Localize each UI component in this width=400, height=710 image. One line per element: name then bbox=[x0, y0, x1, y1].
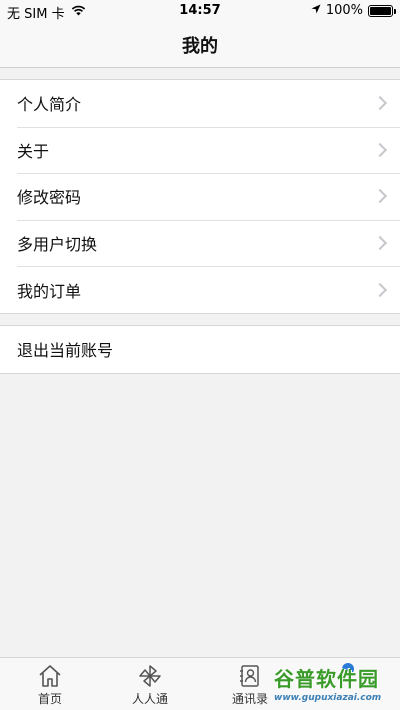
battery-percent: 100% bbox=[325, 3, 363, 18]
menu-item-label: 我的订单 bbox=[17, 281, 82, 301]
menu-item-switch-user[interactable]: 多用户切换 bbox=[0, 219, 400, 267]
tab-renrentong[interactable]: 人人通 bbox=[100, 658, 200, 710]
menu-item-label: 个人简介 bbox=[17, 95, 82, 115]
settings-list: 个人简介 关于 修改密码 多用户切换 我的订单 bbox=[0, 79, 400, 314]
menu-item-my-orders[interactable]: 我的订单 bbox=[0, 266, 400, 313]
menu-item-label: 关于 bbox=[17, 141, 50, 161]
chevron-right-icon bbox=[372, 142, 388, 157]
watermark-logo: 谷普软件园 www.gupuxiazai.com bbox=[274, 666, 398, 708]
location-arrow-icon bbox=[311, 3, 321, 18]
page-title: 我的 bbox=[182, 35, 218, 57]
menu-item-profile[interactable]: 个人简介 bbox=[0, 80, 400, 127]
status-right: 100% bbox=[311, 3, 396, 18]
logout-group: 退出当前账号 bbox=[0, 325, 400, 374]
chevron-right-icon bbox=[372, 236, 388, 251]
tab-home[interactable]: 首页 bbox=[0, 658, 100, 710]
logout-button[interactable]: 退出当前账号 bbox=[0, 326, 400, 373]
tab-label: 通讯录 bbox=[231, 692, 268, 706]
watermark-cn: 谷普软件园 bbox=[274, 667, 379, 691]
menu-item-change-password[interactable]: 修改密码 bbox=[0, 173, 400, 220]
battery-fill bbox=[370, 6, 391, 15]
nav-bar: 我的 bbox=[0, 22, 400, 68]
menu-item-about[interactable]: 关于 bbox=[0, 126, 400, 174]
watermark-en: www.gupuxiazai.com bbox=[274, 693, 382, 703]
chevron-right-icon bbox=[372, 96, 388, 111]
status-bar: 无 SIM 卡 14:57 100% bbox=[0, 0, 400, 22]
pinwheel-icon bbox=[137, 664, 163, 688]
chevron-right-icon bbox=[372, 189, 388, 204]
menu-item-label: 修改密码 bbox=[17, 188, 82, 208]
tab-label: 首页 bbox=[37, 692, 62, 706]
menu-item-label: 多用户切换 bbox=[17, 235, 98, 255]
home-icon bbox=[37, 664, 63, 688]
battery-icon bbox=[368, 4, 396, 17]
contacts-icon bbox=[237, 664, 263, 688]
tab-label: 人人通 bbox=[131, 692, 168, 706]
logout-label: 退出当前账号 bbox=[17, 341, 114, 361]
chevron-right-icon bbox=[372, 282, 388, 297]
